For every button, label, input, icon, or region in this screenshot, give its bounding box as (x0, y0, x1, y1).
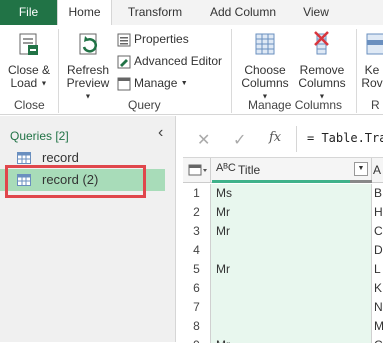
table-menu-button[interactable] (183, 158, 211, 183)
properties-label: Properties (134, 32, 189, 46)
title-cell[interactable]: Mr (211, 222, 372, 241)
table-row: 8 M (183, 317, 383, 336)
title-cell[interactable] (211, 241, 372, 260)
tab-view[interactable]: View (294, 0, 338, 25)
group-separator (356, 29, 357, 113)
close-load-label-2: Load (10, 76, 38, 90)
keep-rows-label-2: Rov (361, 76, 383, 90)
manage-label: Manage (134, 76, 178, 90)
group-label-close: Close (14, 98, 45, 112)
ribbon-tabs: File Home Transform Add Column View (0, 0, 383, 25)
title-cell[interactable] (211, 279, 372, 298)
properties-button[interactable]: Properties (117, 30, 189, 48)
advanced-editor-icon (117, 55, 131, 69)
table-menu-icon (188, 164, 207, 176)
row-number: 1 (183, 184, 211, 203)
table-row: 4 D (183, 241, 383, 260)
fx-icon[interactable]: fx (269, 130, 281, 145)
queries-header: Queries [2] (10, 129, 69, 143)
choose-columns-label-2: Columns (241, 76, 289, 90)
column-quality-bar (212, 180, 372, 183)
queries-pane: Queries [2] ‹ record record (2) (0, 116, 176, 342)
remove-columns-label-2: Columns (298, 76, 346, 90)
close-load-icon (19, 33, 38, 55)
advanced-editor-button[interactable]: Advanced Editor (117, 52, 222, 70)
next-cell[interactable]: B (374, 184, 383, 203)
chevron-down-icon: ▼ (180, 79, 188, 87)
formula-bar: ✕ ✓ fx = Table.Tran (183, 124, 383, 154)
filter-dropdown-icon[interactable]: ▼ (354, 162, 368, 176)
group-label-manage-columns: Manage Columns (248, 98, 343, 112)
tab-home[interactable]: Home (57, 0, 112, 25)
keep-rows-button[interactable]: Ke Rov (361, 29, 383, 90)
remove-columns-button[interactable]: Remove Columns ▼ (295, 29, 349, 103)
table-row: 2 Mr H (183, 203, 383, 222)
advanced-editor-label: Advanced Editor (134, 54, 223, 68)
tab-add-column[interactable]: Add Column (199, 0, 287, 25)
tab-transform[interactable]: Transform (119, 0, 191, 25)
row-number: 4 (183, 241, 211, 260)
next-cell[interactable]: M (374, 317, 383, 336)
formula-separator (296, 126, 297, 152)
title-cell[interactable]: Mr (211, 260, 372, 279)
choose-columns-icon (255, 33, 275, 55)
row-number: 8 (183, 317, 211, 336)
column-quality-empty (350, 180, 372, 183)
table-row: 3 Mr C (183, 222, 383, 241)
next-cell[interactable]: L (374, 260, 383, 279)
confirm-formula-icon[interactable]: ✓ (233, 130, 246, 150)
refresh-icon (79, 33, 97, 55)
keep-rows-icon (366, 33, 383, 55)
title-cell[interactable] (211, 298, 372, 317)
tab-file[interactable]: File (0, 0, 57, 25)
column-header-next[interactable]: A (373, 163, 381, 177)
column-name: Title (238, 163, 261, 177)
next-cell[interactable]: H (374, 203, 383, 222)
table-icon (17, 152, 31, 164)
text-type-icon[interactable]: AᴮC (216, 162, 236, 174)
chevron-down-icon: ▼ (40, 80, 48, 88)
manage-icon (117, 77, 131, 91)
title-cell[interactable] (211, 317, 372, 336)
group-separator (58, 29, 59, 113)
group-label-next: R (371, 98, 380, 112)
group-separator (231, 29, 232, 113)
refresh-preview-button[interactable]: Refresh Preview ▼ (62, 29, 114, 103)
title-cell[interactable]: Mr (211, 203, 372, 222)
refresh-preview-label-2: Preview (66, 76, 110, 90)
properties-icon (117, 33, 131, 47)
row-number: 2 (183, 203, 211, 222)
grid-header: AᴮC Title ▼ A (183, 158, 383, 183)
remove-columns-icon (314, 31, 329, 55)
manage-button[interactable]: Manage ▼ (117, 74, 188, 92)
next-cell[interactable]: K (374, 279, 383, 298)
next-cell[interactable]: C (374, 222, 383, 241)
ribbon: Close & Load ▼ Close Refresh Preview ▼ P… (0, 25, 383, 115)
collapse-pane-icon[interactable]: ‹ (158, 124, 163, 142)
row-number: 6 (183, 279, 211, 298)
choose-columns-button[interactable]: Choose Columns ▼ (238, 29, 292, 103)
table-row: 5 Mr L (183, 260, 383, 279)
highlight-box (5, 165, 146, 198)
close-load-button[interactable]: Close & Load ▼ (4, 29, 54, 90)
row-number: 3 (183, 222, 211, 241)
chevron-down-icon: ▼ (84, 93, 92, 101)
title-cell[interactable]: Ms (211, 184, 372, 203)
table-row: 7 N (183, 298, 383, 317)
next-cell[interactable]: N (374, 298, 383, 317)
cancel-formula-icon[interactable]: ✕ (197, 130, 210, 150)
row-number: 7 (183, 298, 211, 317)
table-row: 1 Ms B (183, 184, 383, 203)
next-cell[interactable]: D (374, 241, 383, 260)
formula-input[interactable]: = Table.Tran (307, 131, 383, 145)
data-grid: AᴮC Title ▼ A 1 Ms B 2 Mr H 3 Mr C 4 D 5… (183, 157, 383, 343)
group-label-query: Query (128, 98, 161, 112)
row-number: 5 (183, 260, 211, 279)
table-row: 6 K (183, 279, 383, 298)
